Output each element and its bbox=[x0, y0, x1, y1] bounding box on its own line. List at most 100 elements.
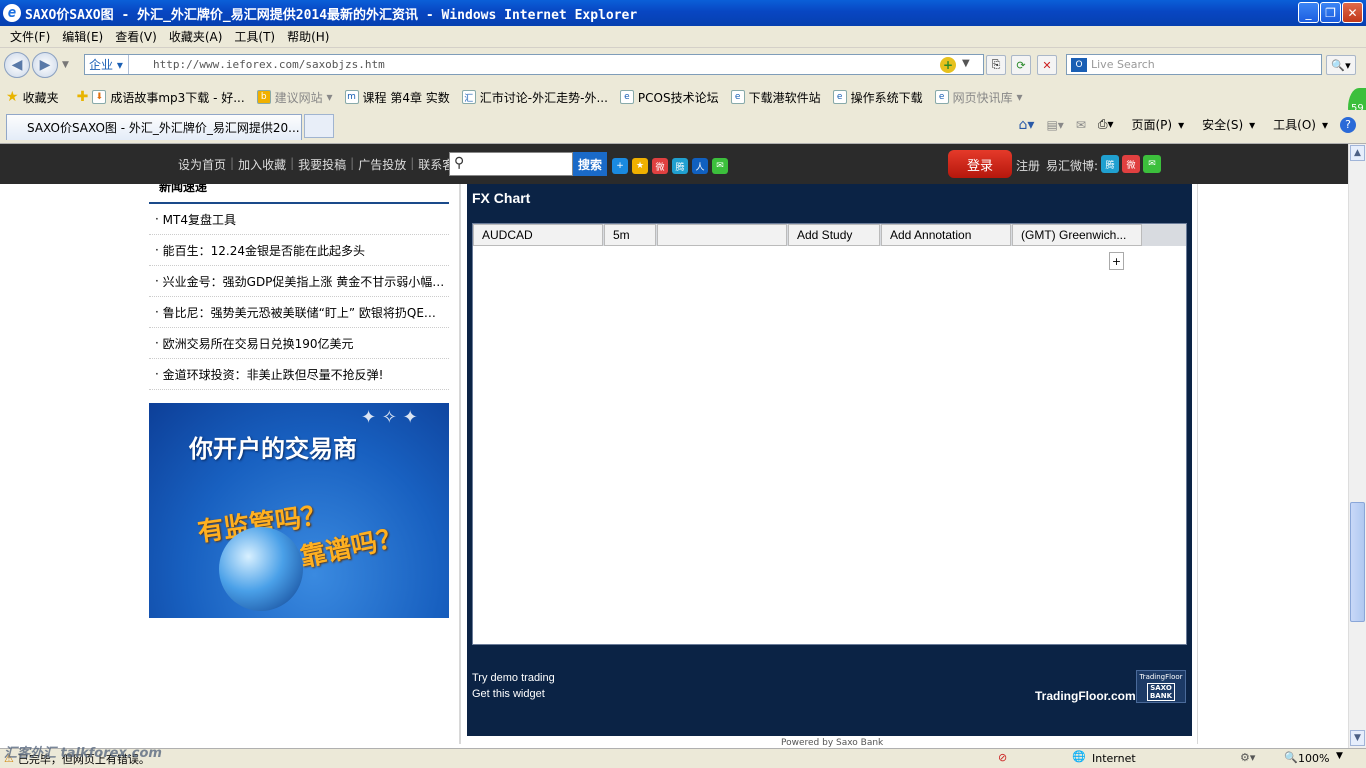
news-link[interactable]: MT4复盘工具 bbox=[163, 211, 236, 228]
scroll-thumb[interactable] bbox=[1350, 502, 1365, 622]
column-divider bbox=[1197, 184, 1198, 744]
link-submit[interactable]: 我要投稿 bbox=[298, 156, 346, 173]
list-item[interactable]: · 能百生：12.24金银是否能在此起多头 bbox=[149, 235, 449, 266]
news-link[interactable]: 兴业金号：强劲GDP促美指上涨 黄金不甘示弱小幅… bbox=[163, 273, 445, 290]
back-button[interactable]: ◀ bbox=[4, 52, 30, 78]
favorites-button[interactable]: ★ 收藏夹 bbox=[6, 89, 59, 106]
go-icon[interactable]: + bbox=[940, 57, 956, 73]
search-icon[interactable]: 🔍▾ bbox=[1326, 55, 1356, 75]
add-annotation-button[interactable]: Add Annotation bbox=[881, 224, 1011, 246]
fav-item-2[interactable]: m 课程 第4章 实数 bbox=[344, 89, 450, 106]
brand-link[interactable]: TradingFloor.com bbox=[1035, 689, 1136, 703]
menu-edit[interactable]: 编辑(E) bbox=[62, 28, 103, 45]
popup-icon[interactable]: ⚙▾ bbox=[1240, 751, 1255, 764]
zoom-in-button[interactable]: + bbox=[1109, 252, 1124, 270]
saxo-badge[interactable]: TradingFloor SAXO BANK bbox=[1136, 670, 1186, 703]
help-icon[interactable]: ? bbox=[1340, 116, 1356, 133]
maximize-button[interactable]: ❐ bbox=[1320, 2, 1341, 23]
fav-item-5[interactable]: e 下载港软件站 bbox=[730, 89, 821, 106]
close-button[interactable]: ✕ bbox=[1342, 2, 1363, 23]
stop-icon[interactable]: ✕ bbox=[1037, 55, 1057, 75]
news-link[interactable]: 鲁比尼：强势美元恐被美联储“盯上” 欧银将扔QE… bbox=[163, 304, 436, 321]
broker-ad-banner[interactable]: 你开户的交易商 有监管吗？ 靠谱吗？ ✦ ✧ ✦ bbox=[149, 403, 449, 618]
forward-button[interactable]: ▶ bbox=[32, 52, 58, 78]
share-tqq-icon[interactable]: 腾 bbox=[672, 158, 688, 174]
link-advertise[interactable]: 广告投放 bbox=[358, 156, 406, 173]
refresh-icon[interactable]: ⟳ bbox=[1011, 55, 1031, 75]
menu-file[interactable]: 文件(F) bbox=[10, 28, 50, 45]
internet-zone-icon: 🌐 bbox=[1072, 750, 1086, 763]
site-search-button[interactable]: 搜索 bbox=[573, 152, 607, 176]
news-link[interactable]: 能百生：12.24金银是否能在此起多头 bbox=[163, 242, 365, 259]
widget-link[interactable]: Get this widget bbox=[472, 688, 545, 700]
list-item[interactable]: · 欧洲交易所在交易日兑换190亿美元 bbox=[149, 328, 449, 359]
zoom-icon[interactable]: 🔍 bbox=[1284, 751, 1298, 764]
address-url[interactable]: http://www.ieforex.com/saxobjzs.htm bbox=[129, 58, 385, 71]
live-search-field[interactable]: O Live Search bbox=[1066, 54, 1322, 75]
scroll-down-arrow[interactable]: ▼ bbox=[1350, 730, 1365, 746]
menu-view[interactable]: 查看(V) bbox=[115, 28, 157, 45]
list-item[interactable]: · 金道环球投资：非美止跌但尽量不抢反弹! bbox=[149, 359, 449, 390]
link-add-favorite[interactable]: 加入收藏 bbox=[238, 156, 286, 173]
zoom-dropdown-icon[interactable]: ▼ bbox=[1336, 751, 1343, 761]
fav-item-0[interactable]: ⬇ 成语故事mp3下载 - 好... bbox=[92, 89, 245, 106]
share-wechat-icon[interactable]: ✉ bbox=[712, 158, 728, 174]
wechat-icon[interactable]: ✉ bbox=[1143, 155, 1161, 173]
address-dropdown-icon[interactable]: ▼ bbox=[962, 58, 970, 69]
minimize-button[interactable]: _ bbox=[1298, 2, 1319, 23]
mail-icon[interactable]: ✉ bbox=[1076, 118, 1086, 132]
print-icon[interactable]: ⎙▾ bbox=[1098, 117, 1114, 132]
tqq-icon[interactable]: 腾 bbox=[1101, 155, 1119, 173]
fav-item-6[interactable]: e 操作系统下载 bbox=[832, 89, 923, 106]
new-tab-button[interactable] bbox=[304, 114, 334, 138]
chart-type-selector[interactable] bbox=[657, 224, 787, 246]
news-link[interactable]: 金道环球投资：非美止跌但尽量不抢反弹! bbox=[163, 366, 384, 383]
list-item[interactable]: · 鲁比尼：强势美元恐被美联储“盯上” 欧银将扔QE… bbox=[149, 297, 449, 328]
add-favorite-icon[interactable]: ✚ bbox=[77, 89, 89, 105]
login-button[interactable]: 登录 bbox=[948, 150, 1012, 178]
news-link[interactable]: 欧洲交易所在交易日兑换190亿美元 bbox=[163, 335, 354, 352]
share-plus-icon[interactable]: + bbox=[612, 158, 628, 174]
menu-favorites[interactable]: 收藏夹(A) bbox=[169, 28, 223, 45]
home-icon[interactable]: ⌂▾ bbox=[1019, 117, 1035, 133]
zoom-level[interactable]: 100% bbox=[1298, 752, 1329, 765]
link-set-homepage[interactable]: 设为首页 bbox=[178, 156, 226, 173]
live-search-placeholder: Live Search bbox=[1091, 58, 1155, 71]
sparkle-icon: ✦ ✧ ✦ bbox=[361, 407, 418, 428]
tools-menu[interactable]: 工具(O) ▾ bbox=[1267, 116, 1328, 133]
fav-label: 课程 第4章 实数 bbox=[362, 90, 450, 105]
scroll-up-arrow[interactable]: ▲ bbox=[1350, 145, 1365, 161]
menu-tools[interactable]: 工具(T) bbox=[234, 28, 275, 45]
safety-menu[interactable]: 安全(S) ▾ bbox=[1196, 116, 1255, 133]
register-link[interactable]: 注册 bbox=[1016, 157, 1040, 174]
add-study-button[interactable]: Add Study bbox=[788, 224, 880, 246]
menu-help[interactable]: 帮助(H) bbox=[287, 28, 329, 45]
share-qzone-icon[interactable]: ★ bbox=[632, 158, 648, 174]
address-zone[interactable]: 企业 ▾ bbox=[85, 55, 129, 74]
list-item[interactable]: · 兴业金号：强劲GDP促美指上涨 黄金不甘示弱小幅… bbox=[149, 266, 449, 297]
share-renren-icon[interactable]: 人 bbox=[692, 158, 708, 174]
protected-mode-icon[interactable]: ⊘ bbox=[998, 751, 1007, 764]
page-menu[interactable]: 页面(P) ▾ bbox=[1126, 116, 1185, 133]
timezone-selector[interactable]: (GMT) Greenwich... bbox=[1012, 224, 1142, 246]
fav-item-1[interactable]: b 建议网站 ▾ bbox=[256, 89, 333, 106]
site-search-input[interactable]: ⚲ bbox=[449, 152, 573, 176]
demo-link[interactable]: Try demo trading bbox=[472, 672, 555, 684]
feeds-icon[interactable]: ▤▾ bbox=[1046, 118, 1063, 132]
weibo-icon[interactable]: 微 bbox=[1122, 155, 1140, 173]
fx-title: FX Chart bbox=[472, 190, 531, 206]
share-weibo-icon[interactable]: 微 bbox=[652, 158, 668, 174]
list-item[interactable]: · MT4复盘工具 bbox=[149, 204, 449, 235]
tab-active[interactable]: SAXO价SAXO图 - 外汇_外汇牌价_易汇网提供20... bbox=[6, 114, 302, 140]
symbol-selector[interactable]: AUDCAD bbox=[473, 224, 603, 246]
fav-item-4[interactable]: e PCOS技术论坛 bbox=[619, 89, 719, 106]
interval-selector[interactable]: 5m bbox=[604, 224, 656, 246]
vertical-scrollbar[interactable]: ▲ ▼ bbox=[1348, 144, 1366, 748]
address-field[interactable]: 企业 ▾ http://www.ieforex.com/saxobjzs.htm bbox=[84, 54, 984, 75]
fav-item-7[interactable]: e 网页快讯库 ▾ bbox=[934, 89, 1022, 106]
fx-chart-panel[interactable]: AUDCAD 5m Add Study Add Annotation (GMT)… bbox=[472, 223, 1187, 645]
history-dropdown-icon[interactable]: ▼ bbox=[62, 60, 69, 70]
page-icon: 汇 bbox=[461, 90, 476, 104]
fav-item-3[interactable]: 汇汇市讨论-外汇走势-外... bbox=[461, 89, 608, 106]
compat-view-icon[interactable]: ⎘ bbox=[986, 55, 1006, 75]
